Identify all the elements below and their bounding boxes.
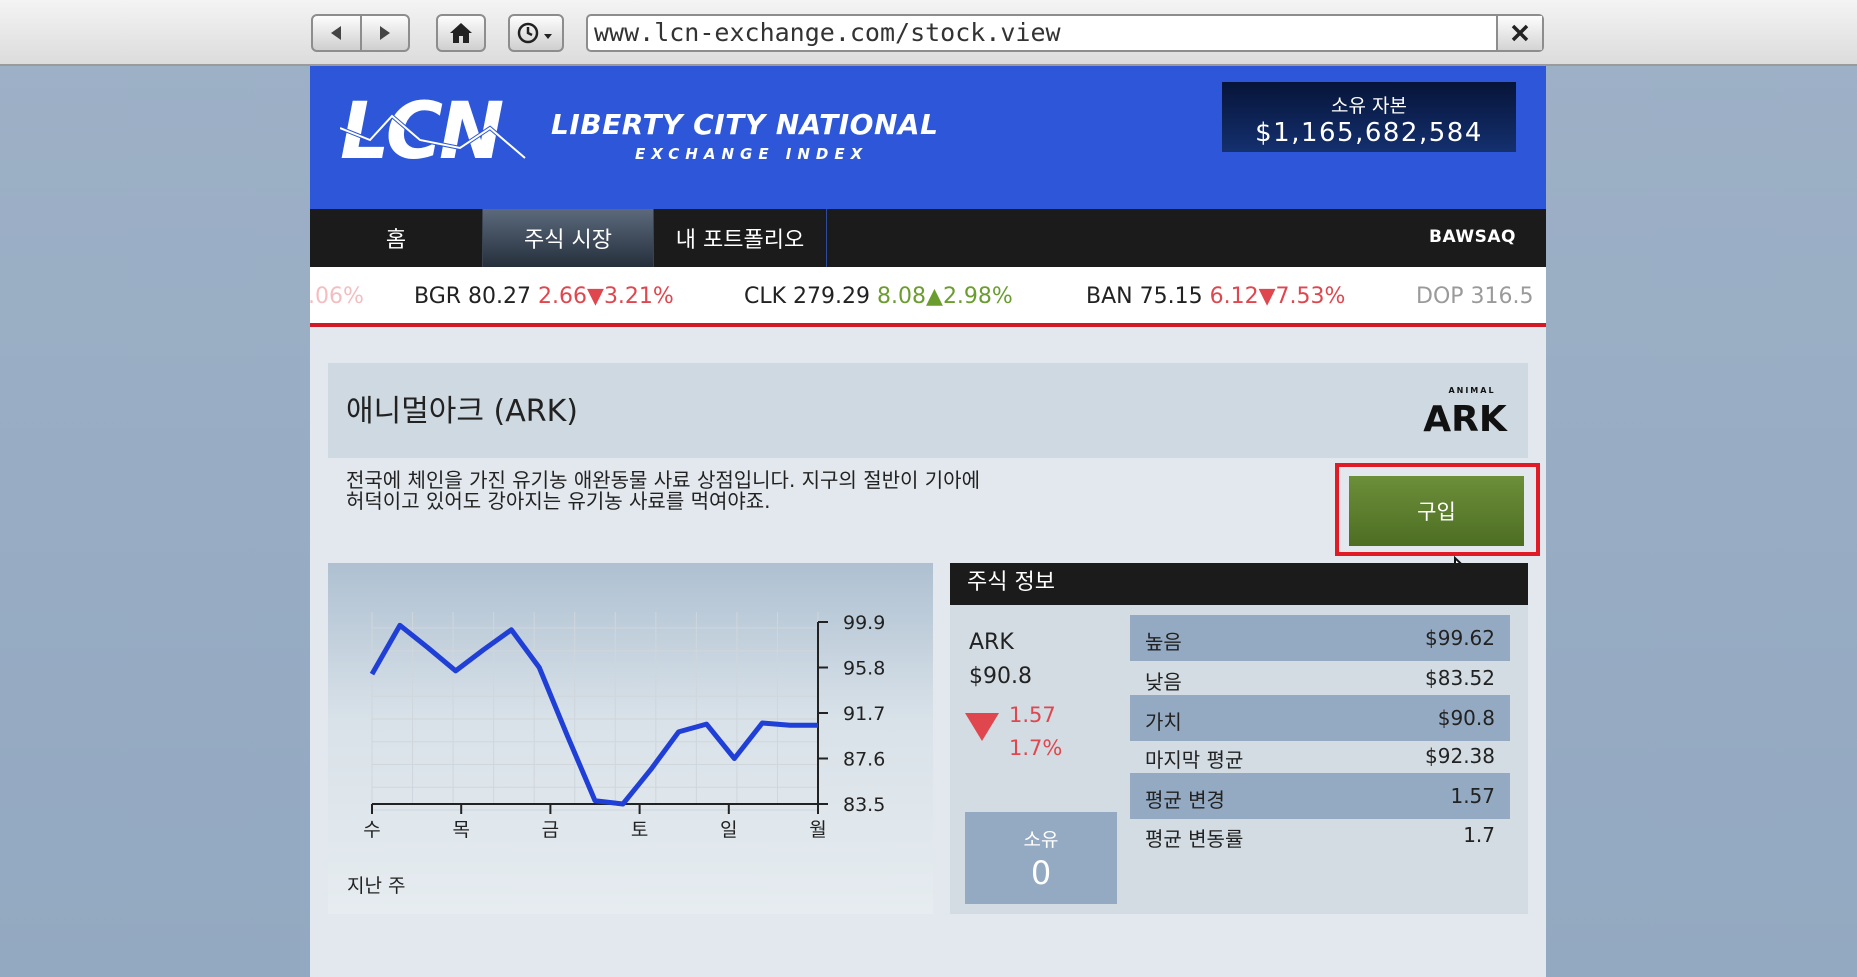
price-line <box>369 622 818 807</box>
down-triangle-icon <box>965 713 999 741</box>
logo-text: LCN <box>340 88 503 168</box>
chart-caption: 지난 주 <box>347 875 406 897</box>
capital-value: $1,165,682,584 <box>1255 118 1483 148</box>
up-arrow-icon: ▲ <box>926 284 943 309</box>
tab-my-portfolio[interactable]: 내 포트폴리오 <box>654 209 826 267</box>
url-field[interactable]: www.lcn-exchange.com/stock.view <box>586 14 1544 52</box>
buy-button[interactable]: 구입 <box>1349 476 1524 546</box>
description-line: 허덕이고 있어도 강아지는 유기농 사료를 먹여야죠. <box>346 489 771 513</box>
url-text: www.lcn-exchange.com/stock.view <box>594 18 1061 47</box>
browser-toolbar: www.lcn-exchange.com/stock.view <box>0 0 1857 66</box>
owned-shares: 소유 0 <box>965 812 1117 904</box>
site-header: LCN LIBERTY CITY NATIONAL EXCHANGE INDEX… <box>310 66 1546 209</box>
lcn-logo: LCN <box>340 88 527 168</box>
description-line: 전국에 체인을 가진 유기농 애완동물 사료 상점입니다. 지구의 절반이 기아… <box>346 468 980 492</box>
forward-button[interactable] <box>359 16 409 50</box>
y-tick-label: 95.8 <box>843 658 885 680</box>
y-tick-label: 99.9 <box>843 612 885 634</box>
forward-icon <box>379 26 390 40</box>
stock-description: 전국에 체인을 가진 유기농 애완동물 사료 상점입니다. 지구의 절반이 기아… <box>346 470 1136 512</box>
close-icon <box>1511 24 1529 42</box>
info-price: $90.8 <box>969 664 1032 689</box>
ark-logo: ANIMAL ARK <box>1423 386 1508 437</box>
ticker-item[interactable]: BAN 75.15 6.12▼7.53% <box>1086 284 1345 309</box>
tab-stock-market[interactable]: 주식 시장 <box>482 209 654 267</box>
down-arrow-icon: ▼ <box>587 284 604 309</box>
exchange-page: LCN LIBERTY CITY NATIONAL EXCHANGE INDEX… <box>310 66 1546 977</box>
x-tick-label: 월 <box>809 819 826 841</box>
x-tick-label: 수 <box>363 819 380 841</box>
y-tick-label: 83.5 <box>843 794 885 816</box>
info-change: 1.57 <box>1009 703 1056 727</box>
ticker-item[interactable]: BGR 80.27 2.66▼3.21% <box>414 284 674 309</box>
svg-text:ARK: ARK <box>1423 399 1508 437</box>
x-tick-label: 금 <box>542 819 559 841</box>
stock-ticker: .06% BGR 80.27 2.66▼3.21% CLK 279.29 8.0… <box>310 267 1546 327</box>
stop-button[interactable] <box>1496 16 1542 50</box>
stock-title-panel: 애니멀아크 (ARK) ANIMAL ARK <box>328 363 1528 458</box>
stock-title: 애니멀아크 (ARK) <box>346 394 578 429</box>
nav-divider <box>826 209 827 267</box>
svg-text:ANIMAL: ANIMAL <box>1448 386 1495 395</box>
home-button[interactable] <box>436 14 486 52</box>
capital-display: 소유 자본 $1,165,682,584 <box>1222 82 1516 152</box>
owned-label: 소유 <box>1023 829 1059 851</box>
y-tick-label: 87.6 <box>843 749 885 771</box>
owned-value: 0 <box>1030 854 1052 892</box>
ticker-item[interactable]: .06% <box>310 284 364 309</box>
info-header: 주식 정보 <box>950 563 1528 605</box>
main-nav: 홈 주식 시장 내 포트폴리오 BAWSAQ <box>310 209 1546 267</box>
home-icon <box>450 23 472 43</box>
x-tick-label: 토 <box>631 819 648 841</box>
info-symbol: ARK <box>969 630 1014 655</box>
info-change-percent: 1.7% <box>1009 736 1063 760</box>
y-tick-label: 91.7 <box>843 703 885 725</box>
history-button[interactable] <box>508 14 564 52</box>
ticker-item[interactable]: CLK 279.29 8.08▲2.98% <box>744 284 1013 309</box>
back-icon <box>331 26 342 40</box>
capital-label: 소유 자본 <box>1331 95 1407 117</box>
x-tick-label: 목 <box>452 819 469 841</box>
down-arrow-icon: ▼ <box>1258 284 1276 309</box>
history-nav-group <box>311 14 410 52</box>
stock-info-panel: 주식 정보 ARK $90.8 1.57 1.7% 소유 0 높음 $99.62 … <box>950 563 1528 914</box>
price-chart-panel: 수 목 금 토 일 월 99.9 95.8 91.7 87.6 83.5 지난 주 <box>328 563 933 914</box>
tab-home[interactable]: 홈 <box>310 209 482 267</box>
x-tick-label: 일 <box>720 819 737 841</box>
price-chart: 수 목 금 토 일 월 99.9 95.8 91.7 87.6 83.5 <box>363 612 885 841</box>
history-icon <box>517 22 552 44</box>
bawsaq-logo: BAWSAQ <box>1429 227 1516 247</box>
brand-line-1: LIBERTY CITY NATIONAL <box>551 108 939 141</box>
brand-line-2: EXCHANGE INDEX <box>635 145 869 163</box>
back-button[interactable] <box>313 16 360 50</box>
info-row-average-change-rate: 평균 변동률 1.7 <box>1145 823 1495 851</box>
ticker-item[interactable]: DOP 316.5 <box>1416 284 1534 309</box>
